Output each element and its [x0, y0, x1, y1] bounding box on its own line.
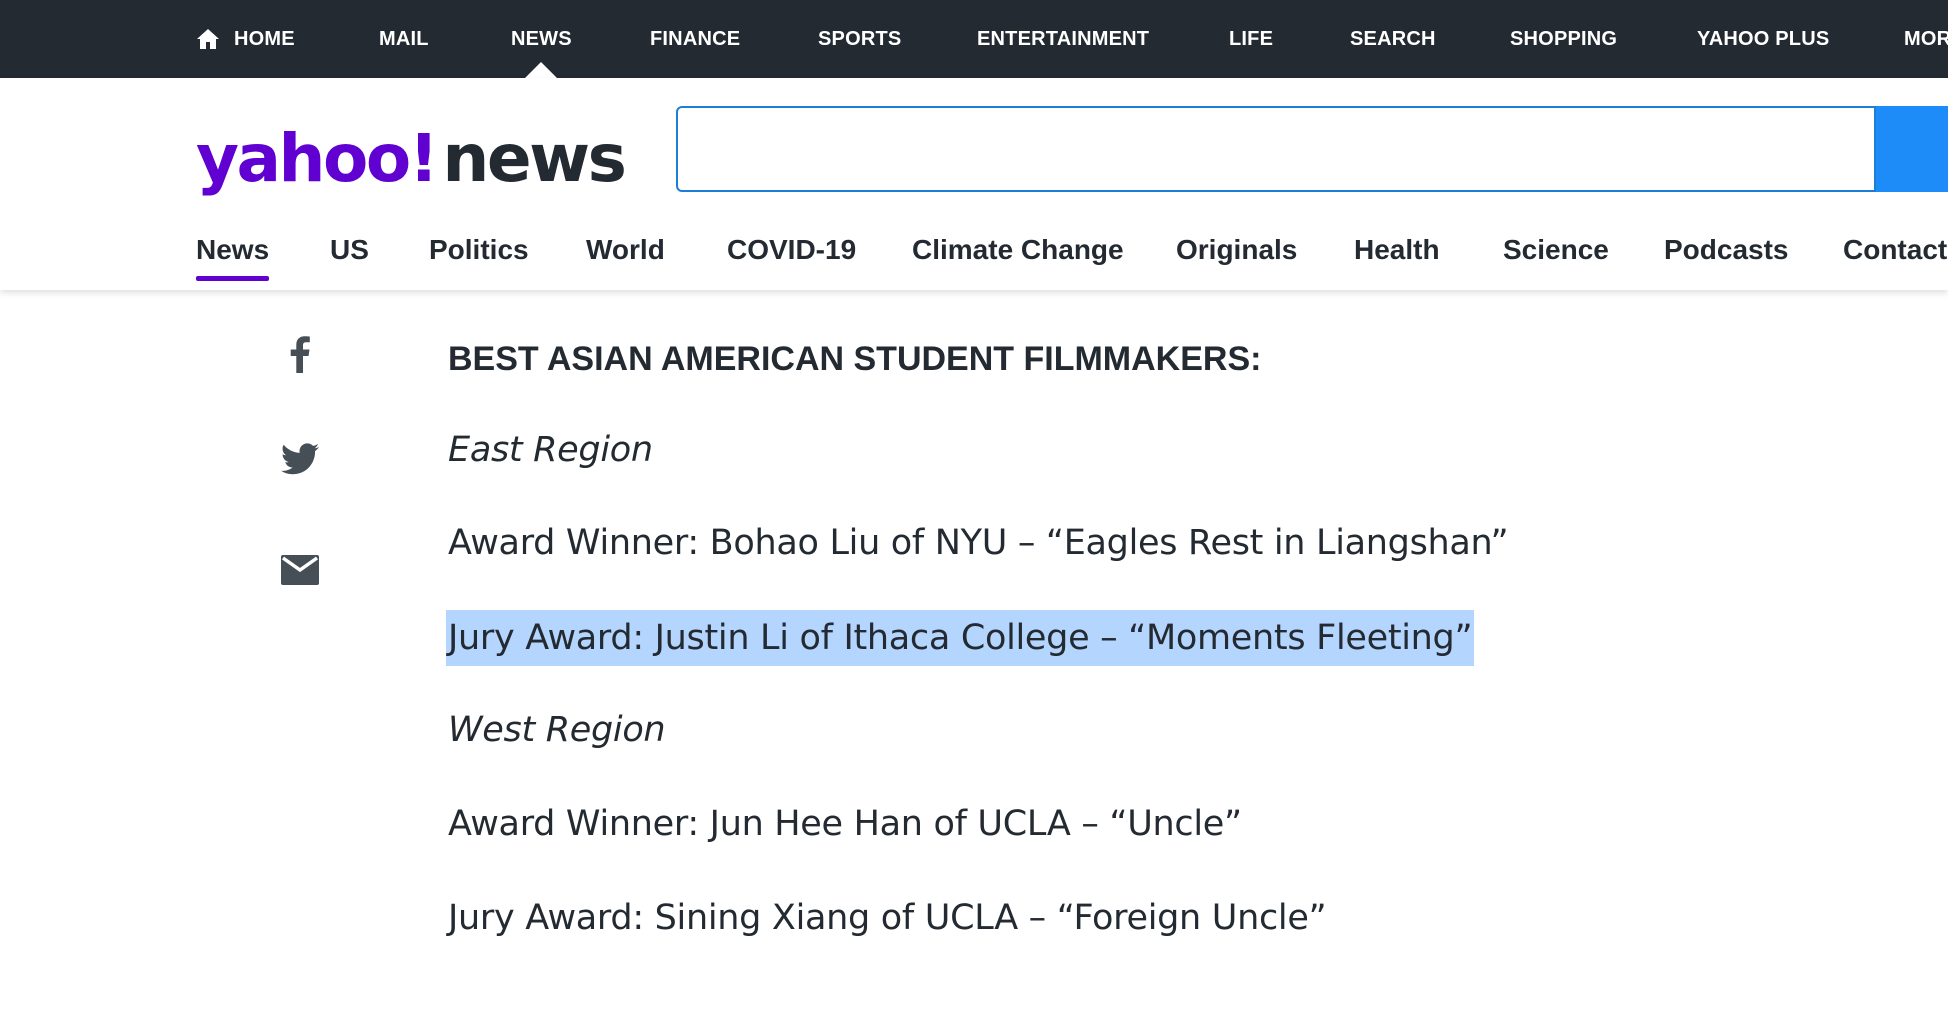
site-header: yahoo! news News US Politics World COVID… [0, 78, 1948, 290]
topnav-label: SEARCH [1350, 27, 1436, 50]
subnav-label: Health [1354, 234, 1440, 265]
subnav-label: News [196, 234, 270, 265]
twitter-icon[interactable] [278, 437, 322, 481]
subnav-label: COVID-19 [727, 234, 857, 265]
topnav-search[interactable]: SEARCH [1350, 0, 1436, 78]
topnav-label: SPORTS [818, 27, 902, 50]
subnav-podcasts[interactable]: Podcasts [1664, 234, 1789, 266]
region-subheading: East Region [448, 430, 653, 470]
active-tab-indicator [525, 62, 557, 78]
subnav-world[interactable]: World [586, 234, 665, 266]
subnav-label: US [330, 234, 369, 265]
topnav-label: SHOPPING [1510, 27, 1618, 50]
home-icon [196, 28, 220, 50]
topnav-yahoo-plus[interactable]: YAHOO PLUS [1697, 0, 1829, 78]
topnav-label: MOR [1904, 27, 1948, 50]
subnav-climate-change[interactable]: Climate Change [912, 234, 1124, 266]
top-navigation-bar: HOME MAIL NEWS FINANCE SPORTS ENTERTAINM… [0, 0, 1948, 78]
award-line: Jury Award: Sining Xiang of UCLA – “Fore… [448, 898, 1327, 938]
award-line-selected: Jury Award: Justin Li of Ithaca College … [446, 610, 1475, 666]
award-line: Award Winner: Jun Hee Han of UCLA – “Unc… [448, 804, 1242, 844]
topnav-more[interactable]: MOR [1904, 0, 1948, 78]
topnav-label: YAHOO PLUS [1697, 27, 1830, 50]
search-button[interactable] [1876, 106, 1948, 192]
topnav-life[interactable]: LIFE [1229, 0, 1273, 78]
topnav-label: NEWS [511, 27, 572, 50]
subnav-originals[interactable]: Originals [1176, 234, 1297, 266]
topnav-home[interactable]: HOME [196, 0, 295, 78]
topnav-label: HOME [234, 27, 295, 50]
topnav-label: MAIL [379, 27, 429, 50]
topnav-finance[interactable]: FINANCE [650, 0, 740, 78]
subnav-label: Contact [1843, 234, 1948, 265]
subnav-news[interactable]: News [196, 234, 270, 281]
subnav-contact[interactable]: Contact [1843, 234, 1947, 266]
section-heading: BEST ASIAN AMERICAN STUDENT FILMMAKERS: [448, 340, 1262, 378]
subnav-label: World [586, 234, 665, 265]
logo-brand: yahoo! [196, 120, 439, 197]
topnav-label: ENTERTAINMENT [977, 27, 1150, 50]
subnav-label: Originals [1176, 234, 1298, 265]
subnav-health[interactable]: Health [1354, 234, 1440, 266]
topnav-label: LIFE [1229, 27, 1274, 50]
topnav-entertainment[interactable]: ENTERTAINMENT [977, 0, 1149, 78]
topnav-mail[interactable]: MAIL [379, 0, 429, 78]
subnav-science[interactable]: Science [1503, 234, 1609, 266]
search-input[interactable] [676, 106, 1876, 192]
topnav-label: FINANCE [650, 27, 741, 50]
topnav-sports[interactable]: SPORTS [818, 0, 901, 78]
award-line: Award Winner: Bohao Liu of NYU – “Eagles… [448, 523, 1509, 563]
mail-icon[interactable] [278, 548, 322, 592]
subnav-politics[interactable]: Politics [429, 234, 529, 266]
topnav-shopping[interactable]: SHOPPING [1510, 0, 1617, 78]
subnav-label: Science [1503, 234, 1609, 265]
subnav-label: Podcasts [1664, 234, 1789, 265]
facebook-icon[interactable] [278, 332, 322, 376]
subnav-label: Politics [429, 234, 529, 265]
region-subheading: West Region [448, 710, 666, 750]
logo-section: news [442, 120, 627, 197]
yahoo-news-logo[interactable]: yahoo! news [196, 112, 627, 197]
subnav-us[interactable]: US [330, 234, 369, 266]
subnav-covid-19[interactable]: COVID-19 [727, 234, 856, 266]
subnav-label: Climate Change [912, 234, 1124, 265]
